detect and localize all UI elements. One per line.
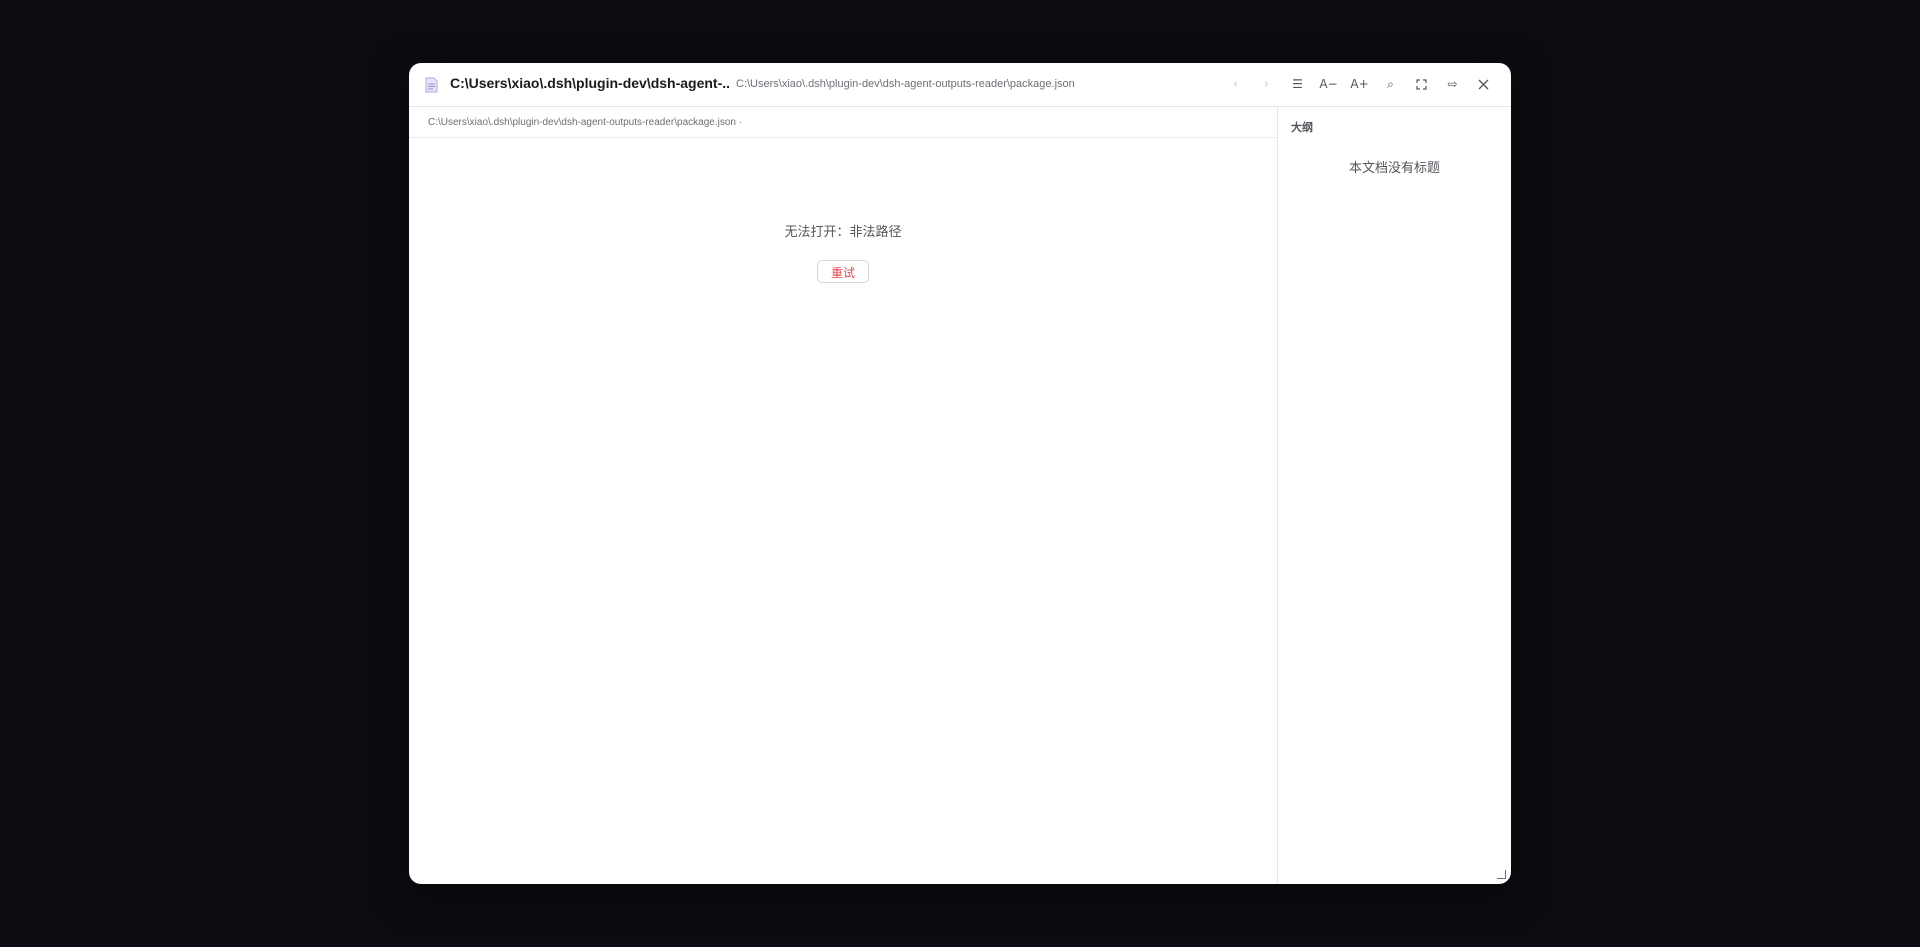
document-content: 无法打开：非法路径 重试 bbox=[409, 138, 1277, 884]
forward-button[interactable]: › bbox=[1251, 71, 1282, 97]
window-subtitle: C:\Users\xiao\.dsh\plugin-dev\dsh-agent-… bbox=[736, 78, 1075, 90]
font-larger-button[interactable]: A+ bbox=[1344, 71, 1375, 97]
title-bar: C:\Users\xiao\.dsh\plugin-dev\dsh-agent-… bbox=[409, 63, 1511, 107]
reader-window: C:\Users\xiao\.dsh\plugin-dev\dsh-agent-… bbox=[409, 63, 1511, 884]
search-button[interactable]: ⌕ bbox=[1375, 71, 1406, 97]
outline-toggle-button[interactable]: ☰ bbox=[1282, 71, 1313, 97]
back-button[interactable]: ‹ bbox=[1220, 71, 1251, 97]
outline-title: 大纲 bbox=[1291, 122, 1313, 134]
file-path: C:\Users\xiao\.dsh\plugin-dev\dsh-agent-… bbox=[428, 117, 743, 128]
outline-sidebar: 大纲 本文档没有标题 bbox=[1277, 107, 1511, 884]
window-title: C:\Users\xiao\.dsh\plugin-dev\dsh-agent-… bbox=[450, 75, 730, 91]
resize-grip-icon[interactable] bbox=[1497, 870, 1506, 879]
font-smaller-button[interactable]: A− bbox=[1313, 71, 1344, 97]
fullscreen-icon bbox=[1416, 78, 1427, 90]
document-icon bbox=[425, 77, 438, 93]
retry-button[interactable]: 重试 bbox=[817, 260, 869, 283]
toolbar: ‹ › ☰ A− A+ ⌕ ⇨ bbox=[1220, 71, 1499, 97]
close-icon bbox=[1478, 79, 1489, 89]
fullscreen-button[interactable] bbox=[1406, 71, 1437, 97]
outline-empty-text: 本文档没有标题 bbox=[1348, 160, 1440, 175]
error-message: 无法打开：非法路径 bbox=[784, 224, 902, 239]
close-button[interactable] bbox=[1468, 71, 1499, 97]
exit-button[interactable]: ⇨ bbox=[1437, 71, 1468, 97]
path-bar: C:\Users\xiao\.dsh\plugin-dev\dsh-agent-… bbox=[409, 107, 1277, 138]
